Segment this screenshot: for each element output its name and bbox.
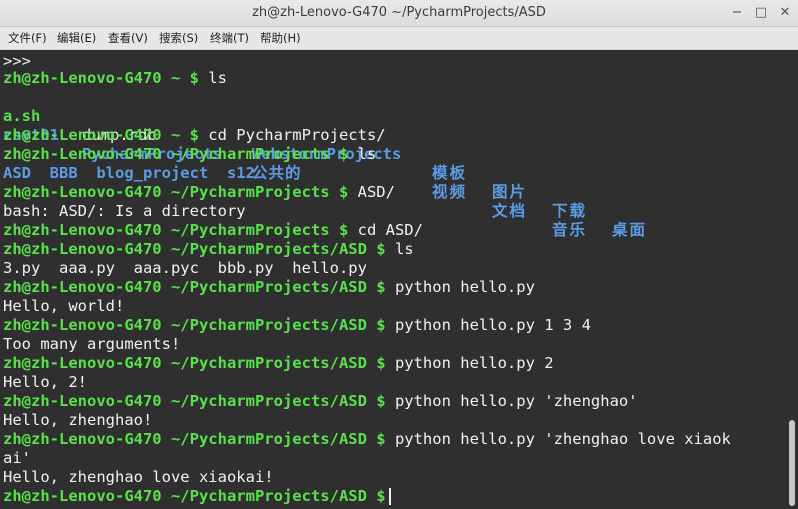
prompt: zh@zh-Lenovo-G470 ~/PycharmProjects/ASD … xyxy=(3,487,386,505)
dir-entry: 桌面 xyxy=(612,221,648,239)
menu-edit[interactable]: 编辑(E) xyxy=(57,30,96,46)
menu-bar: 文件(F) 编辑(E) 查看(V) 搜索(S) 终端(T) 帮助(H) xyxy=(0,27,798,50)
title-bar[interactable]: zh@zh-Lenovo-G470 ~/PycharmProjects/ASD … xyxy=(0,0,798,27)
prompt: zh@zh-Lenovo-G470 ~/PycharmProjects/ASD … xyxy=(3,430,386,448)
terminal-window: zh@zh-Lenovo-G470 ~/PycharmProjects/ASD … xyxy=(0,0,798,509)
menu-search[interactable]: 搜索(S) xyxy=(159,30,198,46)
window-title: zh@zh-Lenovo-G470 ~/PycharmProjects/ASD xyxy=(252,5,546,20)
terminal-line: ai' xyxy=(3,449,31,467)
terminal-line: csvt01 PycharmProjects 公共的 视频 文档 音乐 xyxy=(3,107,585,239)
text-cursor xyxy=(388,488,391,505)
menu-view[interactable]: 查看(V) xyxy=(108,30,148,46)
dir-entry: 下载 xyxy=(552,202,588,220)
prompt: zh@zh-Lenovo-G470 ~/PycharmProjects/ASD … xyxy=(3,240,386,258)
terminal-line: Hello, zhenghao love xiaokai! xyxy=(3,468,274,486)
terminal-line: bash: ASD/: Is a directory xyxy=(3,202,246,220)
maximize-icon[interactable]: □ xyxy=(752,4,770,22)
prompt: zh@zh-Lenovo-G470 ~/PycharmProjects $ xyxy=(3,145,349,163)
terminal-line: Too many arguments! xyxy=(3,335,181,353)
terminal-line: zh@zh-Lenovo-G470 ~ $ cd PycharmProjects… xyxy=(3,126,386,144)
terminal-line: zh@zh-Lenovo-G470 ~/PycharmProjects/ASD … xyxy=(3,240,414,258)
prompt: zh@zh-Lenovo-G470 ~ $ xyxy=(3,126,199,144)
menu-help[interactable]: 帮助(H) xyxy=(260,30,301,46)
terminal-line: zh@zh-Lenovo-G470 ~/PycharmProjects $ AS… xyxy=(3,183,395,201)
dir-entry: 公共的 xyxy=(252,164,302,182)
terminal-line: a.sh dump.rdb WebstormProjects 模板 图片 下载 … xyxy=(3,88,645,239)
prompt: zh@zh-Lenovo-G470 ~/PycharmProjects/ASD … xyxy=(3,278,386,296)
terminal-line: zh@zh-Lenovo-G470 ~/PycharmProjects/ASD … xyxy=(3,487,391,506)
dir-entry: 音乐 xyxy=(552,221,588,239)
prompt: zh@zh-Lenovo-G470 ~ $ xyxy=(3,69,199,87)
terminal-line: Hello, 2! xyxy=(3,373,87,391)
terminal-line: zh@zh-Lenovo-G470 ~/PycharmProjects/ASD … xyxy=(3,430,731,448)
terminal-line: ASD BBB blog_project s12 xyxy=(3,164,255,183)
menu-file[interactable]: 文件(F) xyxy=(8,30,47,46)
terminal-output[interactable]: >>> zh@zh-Lenovo-G470 ~ $ ls a.sh dump.r… xyxy=(0,50,786,509)
prompt: zh@zh-Lenovo-G470 ~/PycharmProjects $ xyxy=(3,221,349,239)
prompt: zh@zh-Lenovo-G470 ~/PycharmProjects/ASD … xyxy=(3,316,386,334)
scrollbar-thumb[interactable] xyxy=(789,420,795,506)
close-icon[interactable]: ✕ xyxy=(776,4,794,22)
terminal-line: zh@zh-Lenovo-G470 ~/PycharmProjects $ ls xyxy=(3,145,377,163)
vertical-scrollbar[interactable] xyxy=(786,50,798,509)
terminal-line: zh@zh-Lenovo-G470 ~/PycharmProjects/ASD … xyxy=(3,316,591,334)
dir-entry: 图片 xyxy=(492,183,528,201)
terminal-line: 3.py aaa.py aaa.pyc bbb.py hello.py xyxy=(3,259,367,277)
terminal-line: Hello, zhenghao! xyxy=(3,411,153,429)
terminal-line: zh@zh-Lenovo-G470 ~/PycharmProjects/ASD … xyxy=(3,278,535,296)
terminal-line: zh@zh-Lenovo-G470 ~/PycharmProjects $ cd… xyxy=(3,221,423,239)
prompt: zh@zh-Lenovo-G470 ~/PycharmProjects $ xyxy=(3,183,349,201)
dir-entry: 模板 xyxy=(432,164,468,182)
minimize-icon[interactable]: − xyxy=(728,4,746,22)
terminal-line: zh@zh-Lenovo-G470 ~/PycharmProjects/ASD … xyxy=(3,392,638,410)
menu-terminal[interactable]: 终端(T) xyxy=(210,30,249,46)
dir-listing: ASD BBB blog_project s12 xyxy=(3,164,255,182)
terminal-line: zh@zh-Lenovo-G470 ~ $ ls xyxy=(3,69,227,87)
prompt: zh@zh-Lenovo-G470 ~/PycharmProjects/ASD … xyxy=(3,354,386,372)
terminal-line: Hello, world! xyxy=(3,297,125,315)
prompt: zh@zh-Lenovo-G470 ~/PycharmProjects/ASD … xyxy=(3,392,386,410)
terminal-line: zh@zh-Lenovo-G470 ~/PycharmProjects/ASD … xyxy=(3,354,554,372)
dir-entry: 文档 xyxy=(492,202,528,220)
dir-entry: 视频 xyxy=(432,183,468,201)
